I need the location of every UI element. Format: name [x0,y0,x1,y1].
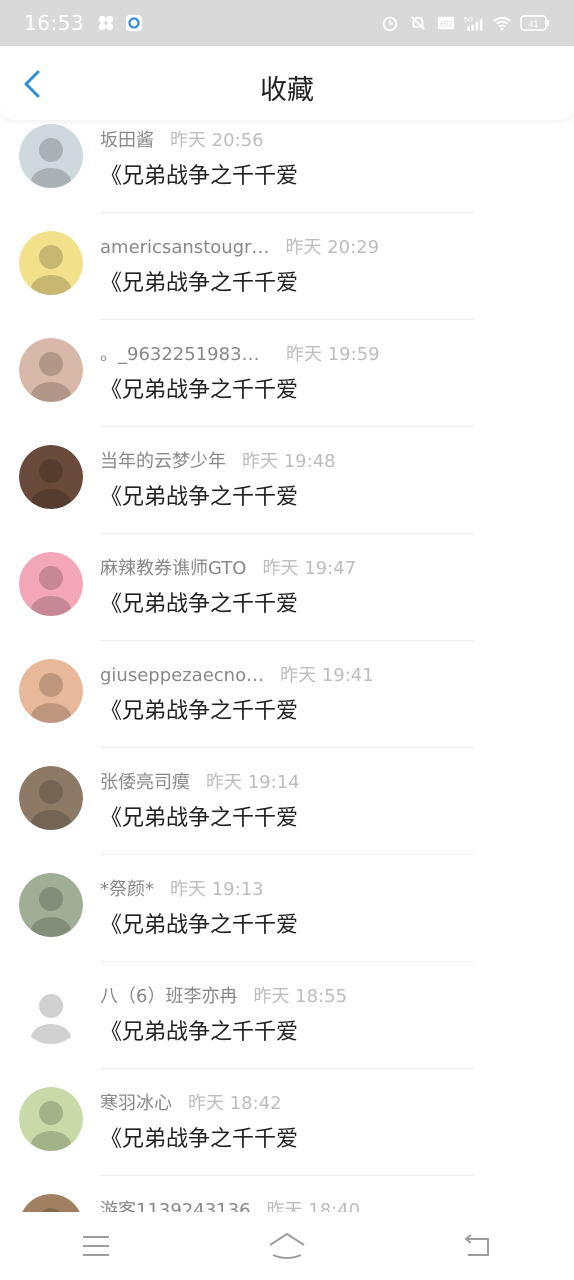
item-timestamp: 昨天 18:55 [253,986,348,1007]
list-item[interactable]: 寒羽冰心 昨天 18:42 《兄弟战争之千千爱 [0,1069,574,1176]
wifi-icon [493,17,511,31]
item-title[interactable]: 《兄弟战争之千千爱 [100,265,298,297]
menu-icon [82,1236,109,1256]
item-meta: 麻辣教券谯师GTO 昨天 19:47 [100,554,554,580]
list-item[interactable]: 。_96322519832… 昨天 19:59 《兄弟战争之千千爱 [0,320,574,427]
item-meta: 张倭亮司瘼 昨天 19:14 [100,768,554,794]
svg-text:5G: 5G [464,16,473,23]
status-time: 16:53 [24,11,85,35]
home-icon [269,1233,305,1259]
avatar[interactable] [19,1087,83,1151]
item-username[interactable]: giuseppezaecno… [100,665,264,686]
navigation-bar [0,1212,574,1280]
item-meta: 寒羽冰心 昨天 18:42 [100,1089,554,1115]
item-title[interactable]: 《兄弟战争之千千爱 [100,1121,298,1153]
item-title[interactable]: 《兄弟战争之千千爱 [100,800,298,832]
item-title[interactable]: 《兄弟战争之千千爱 [100,1014,298,1046]
item-username[interactable]: 八（6）班李亦冉 [100,982,237,1008]
favorites-list[interactable]: 坂田酱 昨天 20:56 《兄弟战争之千千爱 americsanstougr… 昨天 2… [0,120,574,1212]
item-meta: 八（6）班李亦冉 昨天 18:55 [100,982,554,1008]
item-title[interactable]: 《兄弟战争之千千爱 [100,479,298,511]
battery-level: 41 [528,19,538,29]
list-item[interactable]: 坂田酱 昨天 20:56 《兄弟战争之千千爱 [0,120,574,213]
item-meta: 游客1139243136 昨天 18:40 [100,1196,554,1212]
list-item[interactable]: americsanstougr… 昨天 20:29 《兄弟战争之千千爱 [0,213,574,320]
item-timestamp: 昨天 19:14 [206,772,300,793]
item-title[interactable]: 《兄弟战争之千千爱 [100,158,298,190]
item-title[interactable]: 《兄弟战争之千千爱 [100,907,298,939]
item-meta: 坂田酱 昨天 20:56 [100,126,554,152]
item-title[interactable]: 《兄弟战争之千千爱 [100,372,298,404]
list-item[interactable]: giuseppezaecno… 昨天 19:41 《兄弟战争之千千爱 [0,641,574,748]
list-item[interactable]: 麻辣教券谯师GTO 昨天 19:47 《兄弟战争之千千爱 [0,534,574,641]
hd-icon: HD [437,16,455,30]
list-item[interactable]: 当年的云梦少年 昨天 19:48 《兄弟战争之千千爱 [0,427,574,534]
item-timestamp: 昨天 20:56 [170,130,264,151]
alarm-icon [382,16,398,32]
item-username[interactable]: *祭颜* [100,875,154,901]
item-username[interactable]: 麻辣教券谯师GTO [100,554,246,580]
fan-icon [98,15,114,31]
item-username[interactable]: 游客1139243136 [100,1196,251,1212]
status-right-icons: HD 5G 41 [380,14,550,32]
avatar[interactable] [19,1194,83,1212]
avatar[interactable] [19,980,83,1044]
list-item[interactable]: *祭颜* 昨天 19:13 《兄弟战争之千千爱 [0,855,574,962]
avatar[interactable] [19,231,83,295]
list-item[interactable]: 游客1139243136 昨天 18:40 [0,1176,574,1212]
battery-icon: 41 [520,15,549,31]
item-timestamp: 昨天 18:42 [188,1093,282,1114]
item-timestamp: 昨天 19:41 [280,665,374,686]
nav-back-button[interactable] [454,1226,502,1266]
item-timestamp: 昨天 18:40 [266,1200,361,1212]
item-username[interactable]: 。_96322519832… [100,340,270,366]
item-timestamp: 昨天 19:13 [170,879,264,900]
item-username[interactable]: 寒羽冰心 [100,1089,172,1115]
home-button[interactable] [263,1226,311,1266]
5g-signal-icon: 5G [464,16,483,31]
mute-icon [411,16,425,30]
item-meta: giuseppezaecno… 昨天 19:41 [100,661,554,687]
item-username[interactable]: 当年的云梦少年 [100,447,226,473]
item-username[interactable]: 张倭亮司瘼 [100,768,190,794]
avatar[interactable] [19,552,83,616]
item-timestamp: 昨天 19:59 [286,344,380,365]
item-username[interactable]: 坂田酱 [100,126,154,152]
header: 收藏 [0,46,574,120]
item-title[interactable]: 《兄弟战争之千千爱 [100,693,298,725]
page-title: 收藏 [260,75,314,106]
svg-text:HD: HD [440,20,452,29]
list-item[interactable]: 张倭亮司瘼 昨天 19:14 《兄弟战争之千千爱 [0,748,574,855]
list-item[interactable]: 八（6）班李亦冉 昨天 18:55 《兄弟战争之千千爱 [0,962,574,1069]
item-title[interactable]: 《兄弟战争之千千爱 [100,586,298,618]
avatar[interactable] [19,766,83,830]
avatar[interactable] [19,338,83,402]
status-left-icons [96,14,144,32]
status-bar: 16:53 HD 5G 41 [0,0,574,46]
avatar[interactable] [19,445,83,509]
item-timestamp: 昨天 20:29 [285,237,380,258]
item-meta: americsanstougr… 昨天 20:29 [100,233,554,259]
avatar[interactable] [19,124,83,188]
app-icon [126,14,143,32]
item-timestamp: 昨天 19:47 [262,558,357,579]
item-timestamp: 昨天 19:48 [242,451,336,472]
back-icon [464,1234,490,1256]
item-meta: *祭颜* 昨天 19:13 [100,875,554,901]
item-meta: 。_96322519832… 昨天 19:59 [100,340,554,366]
menu-button[interactable] [72,1226,120,1266]
avatar[interactable] [19,659,83,723]
avatar[interactable] [19,873,83,937]
item-meta: 当年的云梦少年 昨天 19:48 [100,447,554,473]
item-username[interactable]: americsanstougr… [100,237,269,258]
